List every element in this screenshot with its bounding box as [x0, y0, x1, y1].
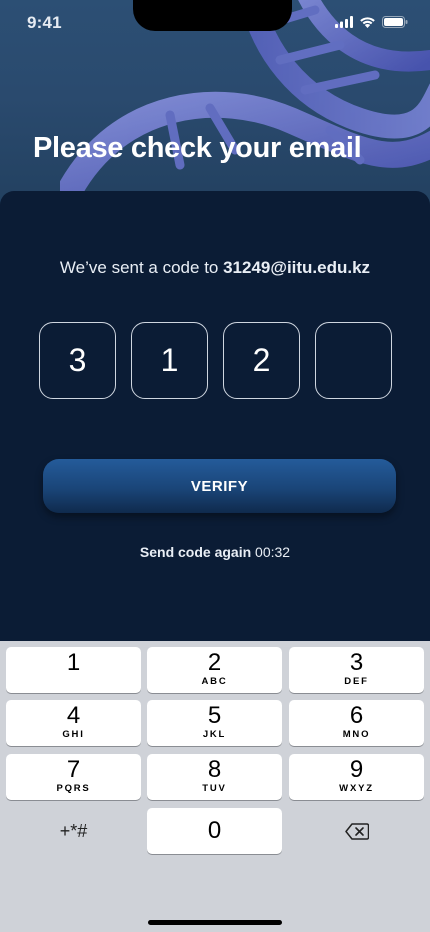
status-time: 9:41: [27, 13, 62, 32]
key-digit: 3: [349, 649, 364, 676]
home-indicator[interactable]: [148, 920, 282, 925]
send-code-again-link[interactable]: Send code again: [140, 544, 251, 560]
page-title: Please check your email: [33, 132, 362, 164]
status-icons: [335, 16, 408, 28]
key-6[interactable]: 6 MNO: [289, 700, 424, 746]
verification-card: We’ve sent a code to 31249@iitu.edu.kz 3…: [0, 191, 430, 661]
status-bar: 9:41: [0, 0, 430, 48]
key-digit: 7: [66, 756, 81, 783]
key-5[interactable]: 5 JKL: [147, 700, 282, 746]
key-digit: 1: [66, 649, 81, 676]
key-letters: GHI: [62, 729, 85, 740]
verify-button[interactable]: VERIFY: [43, 459, 396, 513]
wifi-icon: [360, 17, 375, 28]
key-letters: PQRS: [56, 783, 91, 794]
symbols-key[interactable]: +*#: [6, 808, 141, 854]
otp-digit-1[interactable]: 3: [39, 322, 116, 399]
key-letters: MNO: [342, 729, 371, 740]
key-2[interactable]: 2 ABC: [147, 647, 282, 693]
key-4[interactable]: 4 GHI: [6, 700, 141, 746]
key-1[interactable]: 1: [6, 647, 141, 693]
key-digit: 9: [349, 756, 364, 783]
key-9[interactable]: 9 WXYZ: [289, 754, 424, 800]
key-digit: 8: [207, 756, 222, 783]
key-7[interactable]: 7 PQRS: [6, 754, 141, 800]
key-letters: JKL: [202, 729, 227, 740]
key-8[interactable]: 8 TUV: [147, 754, 282, 800]
otp-input-row: 3 1 2: [39, 322, 392, 399]
code-sent-message: We’ve sent a code to 31249@iitu.edu.kz: [0, 258, 430, 278]
delete-key[interactable]: [289, 808, 424, 854]
key-letters: DEF: [344, 676, 369, 687]
device-notch: [133, 0, 292, 31]
otp-digit-3[interactable]: 2: [223, 322, 300, 399]
battery-icon: [382, 16, 408, 28]
key-0[interactable]: 0: [147, 808, 282, 854]
key-3[interactable]: 3 DEF: [289, 647, 424, 693]
key-digit: 0: [207, 817, 222, 844]
code-sent-prefix: We’ve sent a code to: [59, 258, 224, 277]
key-letters: ABC: [201, 676, 228, 687]
key-digit: 6: [349, 702, 364, 729]
numeric-keyboard: 1 2 ABC 3 DEF 4 GHI 5 JKL 6 MNO 7 PQRS 8…: [0, 641, 430, 932]
key-digit: 4: [66, 702, 81, 729]
cellular-signal-icon: [335, 16, 353, 28]
key-digit: 5: [207, 702, 222, 729]
hero-header: 9:41 Please check your email: [0, 0, 430, 215]
otp-digit-2[interactable]: 1: [131, 322, 208, 399]
key-letters: WXYZ: [339, 783, 374, 794]
countdown-timer: 00:32: [255, 544, 291, 560]
email-address: 31249@iitu.edu.kz: [223, 258, 371, 277]
otp-digit-4[interactable]: [315, 322, 392, 399]
backspace-icon: [344, 822, 369, 840]
key-digit: 2: [207, 649, 222, 676]
key-letters: TUV: [202, 783, 227, 794]
resend-row: Send code again 00:32: [0, 544, 430, 560]
